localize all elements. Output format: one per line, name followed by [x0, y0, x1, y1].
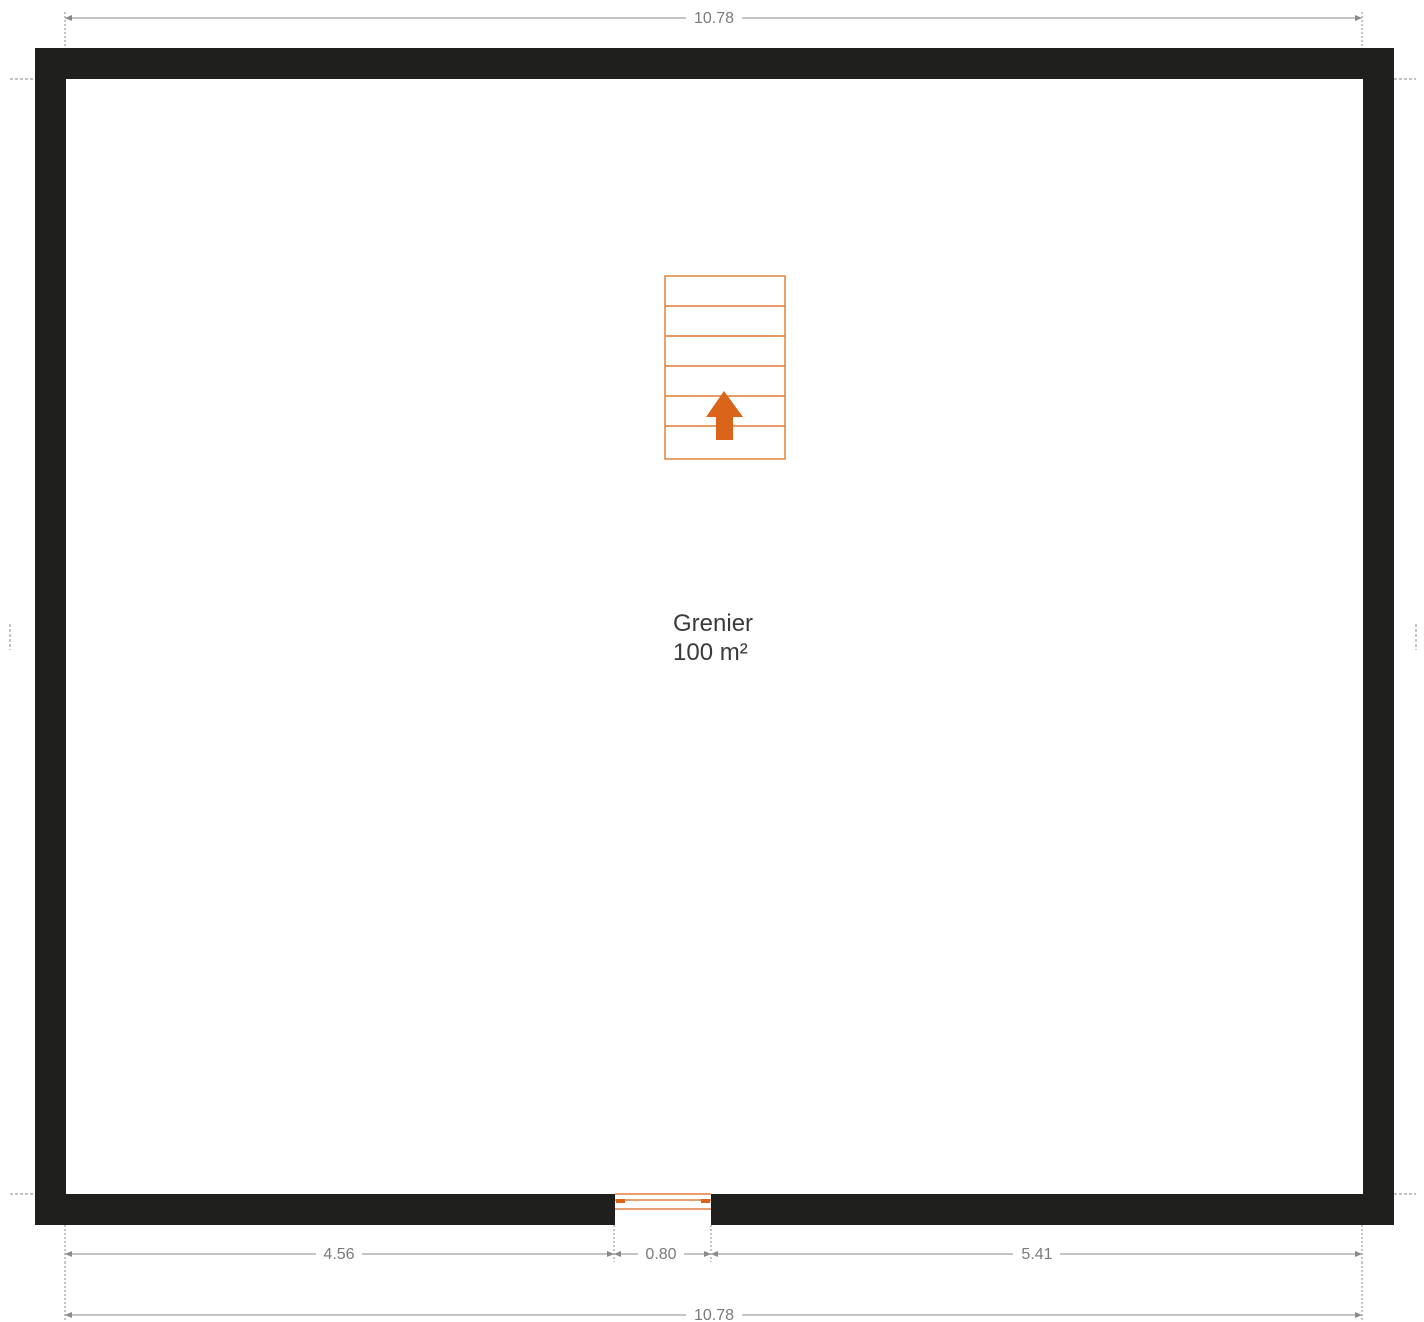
- dimension-bottom-segments: [64, 1225, 1363, 1262]
- dimension-bottom-door-label: 0.80: [645, 1246, 676, 1263]
- dimension-top-total-label: 10.78: [694, 10, 734, 27]
- room-label: Grenier 100 m²: [673, 609, 753, 667]
- wall-bottom-left: [35, 1194, 615, 1225]
- wall-left: [35, 48, 66, 1225]
- wall-top: [35, 48, 1394, 79]
- room-area: 100 m²: [673, 639, 748, 666]
- dimension-bottom-total-label: 10.78: [694, 1307, 734, 1322]
- wall-bottom-right: [711, 1194, 1394, 1225]
- room-name: Grenier: [673, 610, 754, 637]
- bottom-opening: [615, 1193, 711, 1210]
- dimension-bottom-left-label: 4.56: [323, 1246, 354, 1263]
- arrow-up-icon: [706, 391, 743, 440]
- dimension-bottom-right-label: 5.41: [1021, 1246, 1052, 1263]
- wall-right: [1363, 48, 1394, 1225]
